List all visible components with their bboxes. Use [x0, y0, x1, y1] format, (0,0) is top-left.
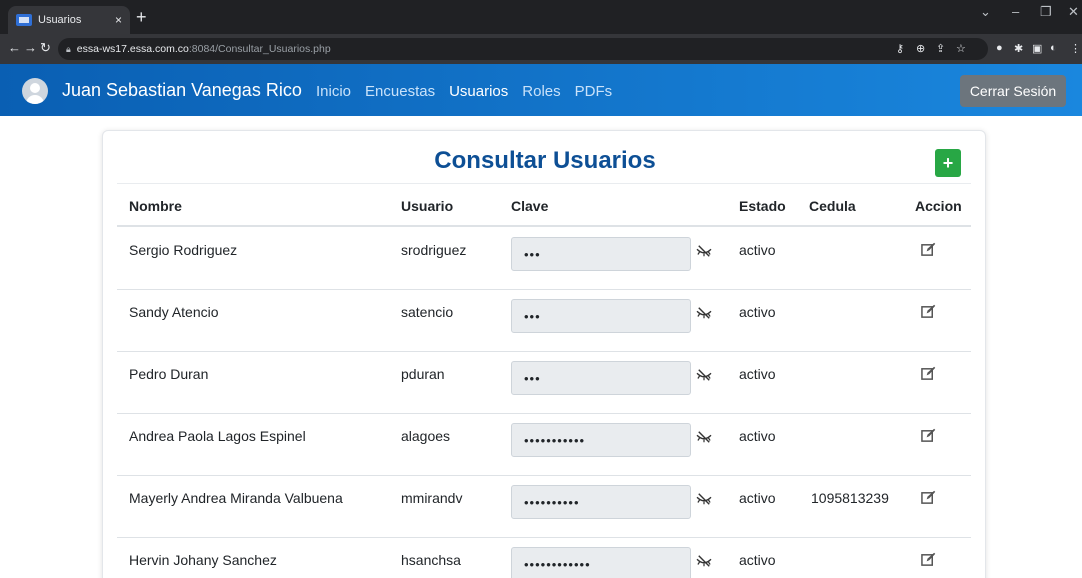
table-row: Mayerly Andrea Miranda Valbuena mmirandv •… — [117, 476, 971, 538]
cell-estado: activo — [739, 242, 776, 258]
back-icon[interactable]: ← — [8, 40, 21, 55]
password-field[interactable]: ••• — [511, 299, 691, 333]
column-header-clave: Clave — [511, 198, 549, 214]
lock-icon: 🔒︎ — [66, 43, 71, 54]
password-field[interactable]: ••••••••••• — [511, 423, 691, 457]
browser-tab[interactable]: Usuarios × — [8, 6, 130, 34]
edit-user-icon[interactable] — [921, 428, 937, 444]
cell-nombre: Mayerly Andrea Miranda Valbuena — [129, 490, 343, 506]
share-icon[interactable]: ⇪ — [936, 42, 945, 55]
toggle-password-visibility-icon[interactable] — [695, 430, 713, 444]
cell-estado: activo — [739, 428, 776, 444]
table-row: Andrea Paola Lagos Espinel alagoes •••••••… — [117, 414, 971, 476]
nav-link-usuarios[interactable]: Usuarios — [449, 83, 508, 100]
password-field[interactable]: ••• — [511, 361, 691, 395]
puzzle-icon[interactable]: ✱ — [1014, 42, 1023, 55]
table-row: Hervin Johany Sanchez hsanchsa •••••••••••… — [117, 538, 971, 578]
zoom-icon[interactable]: ⊕ — [916, 42, 925, 55]
cell-estado: activo — [739, 552, 776, 568]
edit-user-icon[interactable] — [921, 304, 937, 320]
cell-estado: activo — [739, 490, 776, 506]
nav-link-roles[interactable]: Roles — [522, 83, 560, 100]
edit-user-icon[interactable] — [921, 490, 937, 506]
tab-search-icon[interactable]: ⌄ — [980, 4, 991, 20]
column-header-accion: Accion — [915, 198, 962, 214]
cell-nombre: Andrea Paola Lagos Espinel — [129, 428, 306, 444]
column-header-estado: Estado — [739, 198, 786, 214]
url-host: essa-ws17.essa.com.co — [76, 43, 189, 55]
password-field[interactable]: •••••••••••• — [511, 547, 691, 578]
column-header-usuario: Usuario — [401, 198, 454, 214]
site-favicon-icon — [16, 14, 32, 26]
bookmark-star-icon[interactable]: ☆ — [956, 42, 966, 55]
cell-nombre: Pedro Duran — [129, 366, 209, 382]
cell-nombre: Sergio Rodriguez — [129, 242, 238, 258]
cell-nombre: Hervin Johany Sanchez — [129, 552, 277, 568]
cell-usuario: satencio — [401, 304, 454, 320]
key-icon[interactable]: ⚷ — [896, 42, 904, 55]
add-user-button[interactable]: + — [935, 149, 961, 177]
cell-usuario: alagoes — [401, 428, 451, 444]
header-divider — [117, 225, 971, 227]
edit-user-icon[interactable] — [921, 366, 937, 382]
title-divider — [117, 183, 971, 184]
table-row: Pedro Duran pduran ••• activo — [117, 352, 971, 414]
table-row: Sergio Rodriguez srodriguez ••• activo — [117, 228, 971, 290]
cell-usuario: hsanchsa — [401, 552, 461, 568]
toggle-password-visibility-icon[interactable] — [695, 492, 713, 506]
toggle-password-visibility-icon[interactable] — [695, 244, 713, 258]
restore-icon[interactable]: ❐ — [1040, 4, 1052, 20]
profile-icon[interactable]: ◐ — [1050, 42, 1057, 54]
cell-usuario: srodriguez — [401, 242, 467, 258]
edit-user-icon[interactable] — [921, 242, 937, 258]
edit-user-icon[interactable] — [921, 552, 937, 568]
nav-link-inicio[interactable]: Inicio — [316, 83, 351, 100]
table-row: Sandy Atencio satencio ••• activo — [117, 290, 971, 352]
url-path: :8084/Consultar_Usuarios.php — [188, 43, 331, 55]
toggle-password-visibility-icon[interactable] — [695, 554, 713, 568]
app-navbar: Juan Sebastian Vanegas Rico Inicio Encue… — [0, 64, 1082, 116]
address-bar[interactable]: 🔒︎ essa-ws17.essa.com.co :8084/Consultar… — [58, 38, 988, 60]
toggle-password-visibility-icon[interactable] — [695, 368, 713, 382]
forward-icon[interactable]: → — [24, 40, 37, 55]
cell-estado: activo — [739, 304, 776, 320]
cell-usuario: pduran — [401, 366, 445, 382]
nav-links: Inicio Encuestas Usuarios Roles PDFs — [316, 83, 612, 100]
logout-button[interactable]: Cerrar Sesión — [960, 75, 1066, 107]
browser-toolbar: ← → ↻ 🔒︎ essa-ws17.essa.com.co :8084/Con… — [0, 34, 1082, 64]
tab-close-icon[interactable]: × — [115, 13, 122, 27]
browser-tab-bar: Usuarios × + ⌄ – ❐ ✕ — [0, 0, 1082, 34]
password-field[interactable]: ••• — [511, 237, 691, 271]
users-card: Consultar Usuarios + Nombre Usuario Clav… — [102, 130, 986, 578]
password-field[interactable]: •••••••••• — [511, 485, 691, 519]
cell-cedula: 1095813239 — [811, 490, 889, 506]
cell-nombre: Sandy Atencio — [129, 304, 219, 320]
minimize-icon[interactable]: – — [1012, 4, 1019, 19]
close-window-icon[interactable]: ✕ — [1068, 4, 1079, 20]
user-name: Juan Sebastian Vanegas Rico — [62, 80, 302, 100]
user-avatar-icon — [22, 78, 48, 104]
column-header-nombre: Nombre — [129, 198, 182, 214]
cell-usuario: mmirandv — [401, 490, 463, 506]
cell-estado: activo — [739, 366, 776, 382]
nav-link-encuestas[interactable]: Encuestas — [365, 83, 435, 100]
sidepanel-icon[interactable]: ▣ — [1032, 42, 1042, 55]
reload-icon[interactable]: ↻ — [40, 40, 51, 56]
new-tab-button[interactable]: + — [136, 8, 147, 26]
nav-link-pdfs[interactable]: PDFs — [575, 83, 613, 100]
extension-icon[interactable]: ● — [996, 42, 1003, 54]
toggle-password-visibility-icon[interactable] — [695, 306, 713, 320]
menu-icon[interactable]: ⋮ — [1070, 42, 1081, 55]
column-header-cedula: Cedula — [809, 198, 856, 214]
page-title: Consultar Usuarios — [434, 147, 656, 174]
tab-title: Usuarios — [38, 14, 82, 26]
